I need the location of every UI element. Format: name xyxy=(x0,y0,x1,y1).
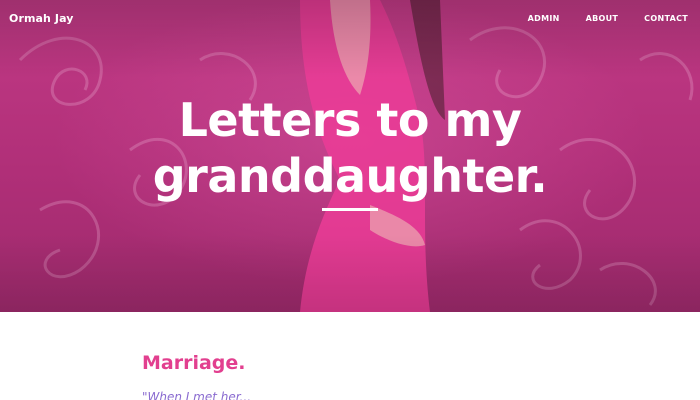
section-heading: Marriage. xyxy=(142,352,246,374)
hero-divider xyxy=(322,208,378,211)
nav-link-admin[interactable]: ADMIN xyxy=(528,14,560,23)
nav-link-contact[interactable]: CONTACT xyxy=(644,14,688,23)
nav-link-about[interactable]: ABOUT xyxy=(586,14,619,23)
main-content: Marriage. "When I met her... xyxy=(0,312,700,400)
nav-links: ADMIN ABOUT CONTACT xyxy=(528,14,688,23)
hero-title-line2: granddaughter. xyxy=(152,149,548,203)
brand-link[interactable]: Ormah Jay xyxy=(9,12,74,25)
hero-title: Letters to my granddaughter. xyxy=(0,92,700,204)
top-navbar: Ormah Jay ADMIN ABOUT CONTACT xyxy=(0,0,700,36)
hero-title-line1: Letters to my xyxy=(178,93,522,147)
post-teaser: "When I met her... xyxy=(142,390,252,400)
hero-banner: Ormah Jay ADMIN ABOUT CONTACT Letters to… xyxy=(0,0,700,312)
